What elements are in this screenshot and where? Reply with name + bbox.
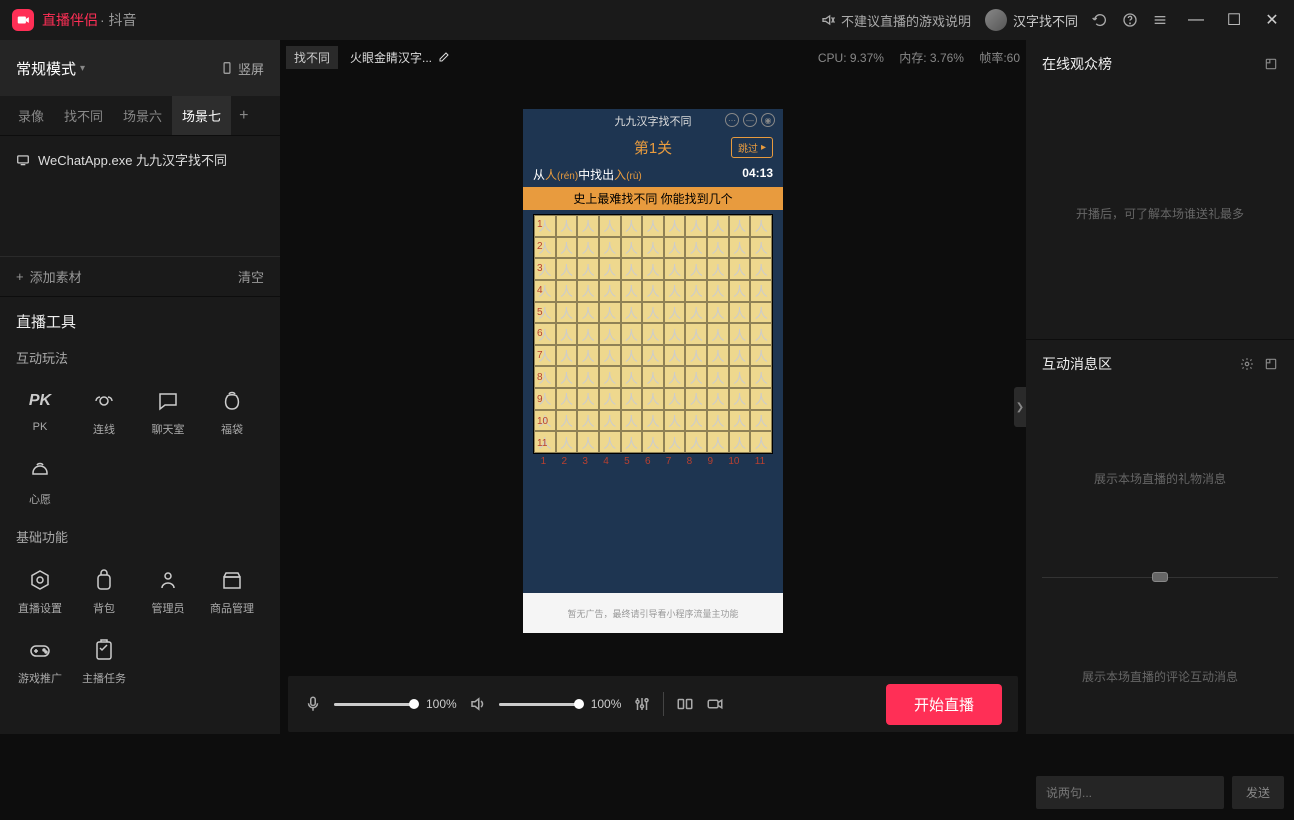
popout-icon[interactable] [1264,57,1278,71]
comment-input[interactable] [1036,776,1224,809]
speaker-slider[interactable] [499,703,579,706]
avatar[interactable] [985,9,1007,31]
app-logo-icon [12,9,34,31]
preview-area[interactable]: 九九汉字找不同 ⋯ — ◉ 第1关 跳过▸ 从人(rén)中找出入(rù) 04… [280,74,1026,668]
tool-connect[interactable]: 连线 [72,377,136,447]
help-icon[interactable] [1122,12,1138,28]
scene-name[interactable]: 火眼金睛汉字... [350,49,450,66]
tool-products[interactable]: 商品管理 [200,556,264,626]
source-item[interactable]: WeChatApp.exe 九九汉字找不同 [0,144,280,175]
popout-icon[interactable] [1264,357,1278,371]
rule-text: 从人(rén)中找出入(rù) [533,166,642,183]
scene-tab[interactable]: 场景七 [172,96,231,135]
tool-luckybag[interactable]: 福袋 [200,377,264,447]
scene-tabs: 录像 找不同 场景六 场景七 + [0,96,280,136]
mode-selector[interactable]: 常规模式 [16,58,85,79]
skip-button: 跳过▸ [731,137,773,158]
sidebar: 常规模式 竖屏 录像 找不同 场景六 场景七 + WeChatApp.exe 九… [0,40,280,734]
clear-button[interactable]: 清空 [238,267,264,286]
tools-title: 直播工具 [0,297,280,342]
timer: 04:13 [742,166,773,183]
flip-icon[interactable] [676,695,694,713]
maximize-button[interactable]: ☐ [1224,10,1244,30]
camera-icon[interactable] [706,695,724,713]
start-stream-button[interactable]: 开始直播 [886,684,1002,725]
speaker-volume: 100% [591,697,622,711]
game-minimize-icon: — [743,113,757,127]
game-close-icon: ◉ [761,113,775,127]
edit-icon[interactable] [438,51,450,63]
tool-settings[interactable]: 直播设置 [8,556,72,626]
audience-title: 在线观众榜 [1042,54,1112,74]
add-material-button[interactable]: +添加素材 [16,267,82,286]
game-footer: 暂无广告，最终请引导看小程序流量主功能 [523,593,783,633]
game-preview: 九九汉字找不同 ⋯ — ◉ 第1关 跳过▸ 从人(rén)中找出入(rù) 04… [523,109,783,633]
performance-stats: CPU: 9.37% 内存: 3.76% 帧率:60 [806,49,1020,66]
tool-wish[interactable]: 心愿 [8,447,72,517]
tool-tasks[interactable]: 主播任务 [72,626,136,696]
tool-backpack[interactable]: 背包 [72,556,136,626]
mic-volume: 100% [426,697,457,711]
scene-tab[interactable]: 找不同 [54,96,113,135]
minimize-button[interactable]: — [1186,11,1206,29]
menu-icon[interactable] [1152,12,1168,28]
interactive-title: 互动玩法 [0,342,280,373]
orientation-toggle[interactable]: 竖屏 [220,59,264,78]
speaker-icon[interactable] [469,695,487,713]
scene-tab[interactable]: 录像 [8,96,54,135]
gift-placeholder: 展示本场直播的礼物消息 [1026,388,1294,568]
level-label: 第1关 [634,137,672,158]
tool-admin[interactable]: 管理员 [136,556,200,626]
mic-slider[interactable] [334,703,414,706]
game-app-title: 九九汉字找不同 [615,113,692,129]
titlebar: 直播伴侣 · 抖音 不建议直播的游戏说明 汉字找不同 — ☐ ✕ [0,0,1294,40]
messages-title: 互动消息区 [1042,354,1112,374]
preview-tab[interactable]: 找不同 [286,46,338,69]
tool-chatroom[interactable]: 聊天室 [136,377,200,447]
mic-icon[interactable] [304,695,322,713]
right-panel: ❯ 在线观众榜 开播后，可了解本场谁送礼最多 互动消息区 展示本场直播的礼物消息… [1026,40,1294,734]
collapse-right-icon[interactable]: ❯ [1014,387,1026,427]
game-menu-icon: ⋯ [725,113,739,127]
tool-pk[interactable]: PKPK [8,377,72,447]
close-button[interactable]: ✕ [1262,10,1282,30]
scene-tab[interactable]: 场景六 [113,96,172,135]
add-scene-button[interactable]: + [231,107,256,125]
basic-title: 基础功能 [0,521,280,552]
comment-placeholder: 展示本场直播的评论互动消息 [1026,586,1294,766]
app-subtitle: · 抖音 [100,10,137,30]
bottom-toolbar: 100% 100% 开始直播 [288,676,1018,732]
user-name: 汉字找不同 [1013,11,1078,30]
audience-placeholder: 开播后，可了解本场谁送礼最多 [1026,88,1294,339]
difficulty-banner: 史上最难找不同 你能找到几个 [523,187,783,210]
refresh-icon[interactable] [1092,12,1108,28]
send-button[interactable]: 发送 [1232,776,1284,809]
settings-icon[interactable] [1240,357,1254,371]
split-handle[interactable] [1152,572,1168,582]
center-panel: 找不同 火眼金睛汉字... CPU: 9.37% 内存: 3.76% 帧率:60… [280,40,1026,734]
mixer-icon[interactable] [633,695,651,713]
character-grid: 人人人人人人人人人人人人人人人人人人人人人人人人人人人人人人人人人人人人人人人人… [533,214,773,454]
notice-link[interactable]: 不建议直播的游戏说明 [821,11,971,30]
tool-gamepromo[interactable]: 游戏推广 [8,626,72,696]
app-title: 直播伴侣 [42,10,98,30]
